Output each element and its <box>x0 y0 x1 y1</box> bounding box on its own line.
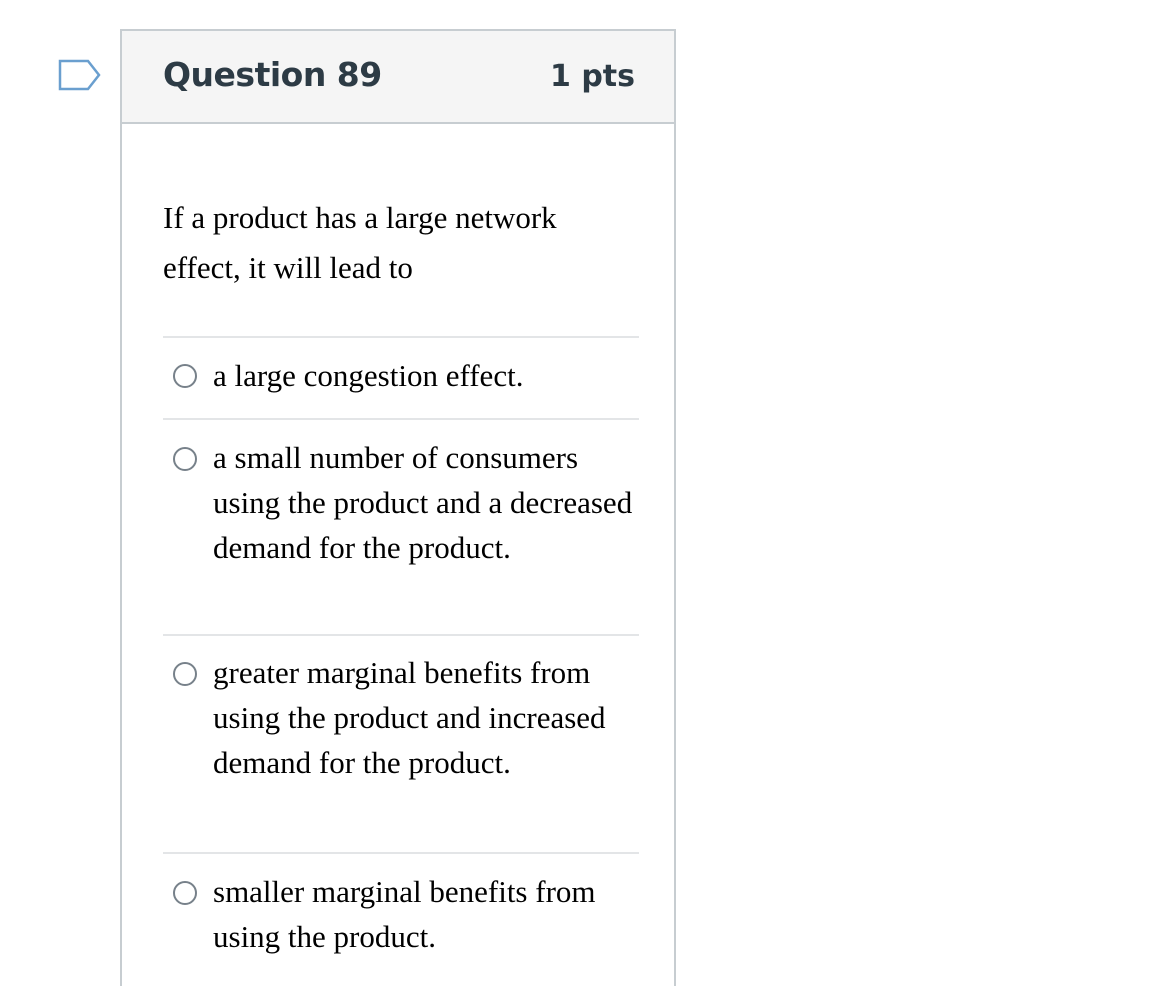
radio-button[interactable] <box>173 447 197 471</box>
answer-label[interactable]: a large congestion effect. <box>213 353 633 398</box>
question-text: If a product has a large network effect,… <box>163 200 557 285</box>
answer-list: a large congestion effect. a small numbe… <box>163 336 639 982</box>
flag-question-icon[interactable] <box>56 58 102 92</box>
flag-outline-icon <box>58 59 101 91</box>
radio-button[interactable] <box>173 881 197 905</box>
answer-option[interactable]: greater marginal benefits from using the… <box>163 634 639 852</box>
answer-option[interactable]: smaller marginal benefits from using the… <box>163 852 639 982</box>
answer-label[interactable]: a small number of consumers using the pr… <box>213 435 633 570</box>
quiz-page: Question 89 1 pts If a product has a lar… <box>0 0 1170 986</box>
question-title: Question 89 <box>163 55 382 94</box>
answer-option[interactable]: a small number of consumers using the pr… <box>163 418 639 634</box>
radio-button[interactable] <box>173 364 197 388</box>
radio-button[interactable] <box>173 662 197 686</box>
question-body: If a product has a large network effect,… <box>163 193 639 954</box>
answer-label[interactable]: greater marginal benefits from using the… <box>213 650 633 785</box>
answer-option[interactable]: a large congestion effect. <box>163 336 639 418</box>
question-points: 1 pts <box>550 59 635 94</box>
answer-label[interactable]: smaller marginal benefits from using the… <box>213 869 633 959</box>
question-card: Question 89 1 pts If a product has a lar… <box>120 29 676 986</box>
question-header: Question 89 1 pts <box>122 31 674 124</box>
